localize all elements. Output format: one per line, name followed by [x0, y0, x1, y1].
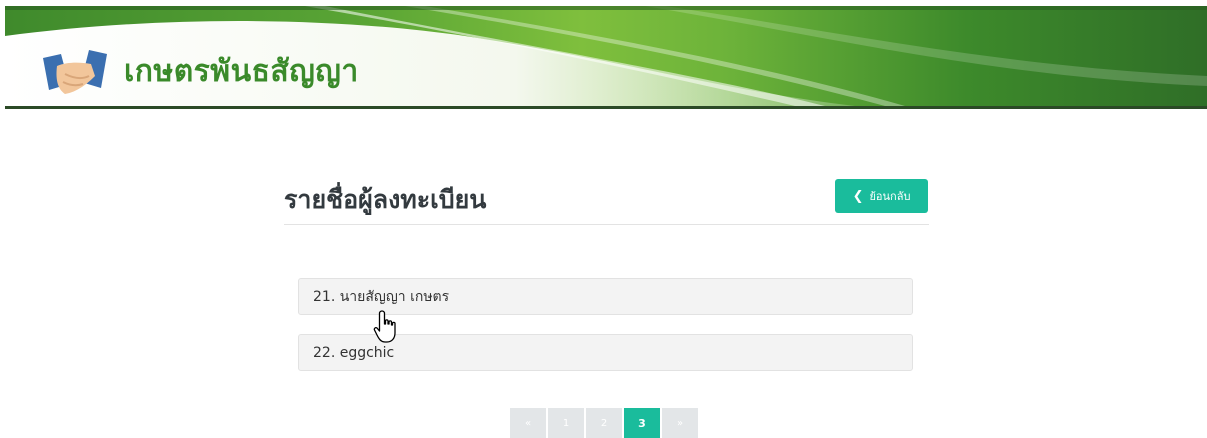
hand-pointer-cursor-icon [373, 310, 396, 343]
handshake-icon [43, 44, 107, 104]
back-button[interactable]: ❮ ย้อนกลับ [835, 179, 928, 213]
pagination-page-2[interactable]: 2 [586, 408, 622, 438]
page-title: รายชื่อผู้ลงทะเบียน [284, 185, 487, 214]
list-item-label: 21. นายสัญญา เกษตร [313, 288, 450, 305]
site-title: เกษตรพันธสัญญา [124, 54, 359, 89]
list-item-label: 22. eggchic [313, 344, 395, 361]
title-divider [284, 224, 929, 225]
back-button-label: ย้อนกลับ [869, 190, 911, 203]
pagination-prev-button[interactable]: « [510, 408, 546, 438]
pagination-page-3-active[interactable]: 3 [624, 408, 660, 438]
pagination-next-button[interactable]: » [662, 408, 698, 438]
pagination-page-1[interactable]: 1 [548, 408, 584, 438]
chevron-left-icon: ❮ [852, 188, 864, 204]
header-banner: เกษตรพันธสัญญา [5, 6, 1207, 109]
pagination: « 1 2 3 » [510, 408, 698, 438]
